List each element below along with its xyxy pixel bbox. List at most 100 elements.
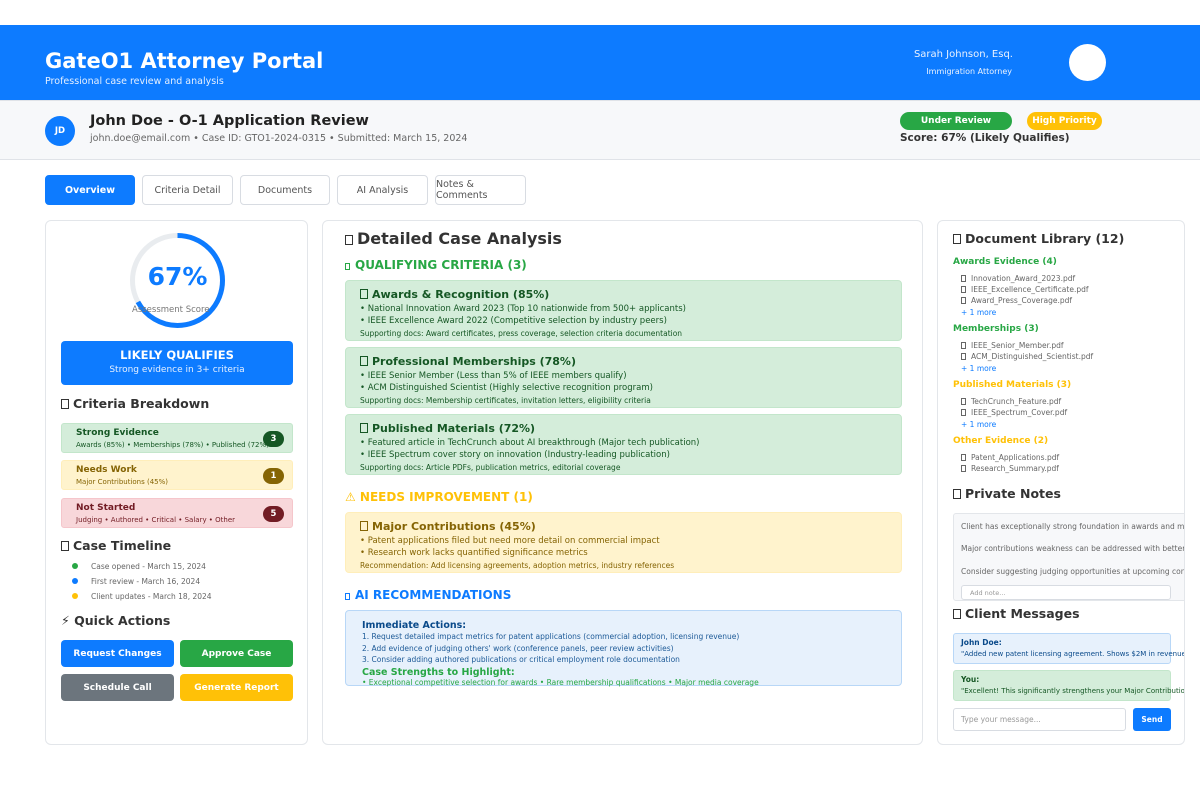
criterion-line: • National Innovation Award 2023 (Top 10…: [360, 304, 686, 314]
document-file[interactable]: Innovation_Award_2023.pdf: [961, 274, 1075, 283]
chart-icon: [61, 399, 69, 409]
app-subtitle: Professional case review and analysis: [45, 76, 224, 87]
app-header: GateO1 Attorney Portal Professional case…: [0, 25, 1200, 100]
search-icon: [345, 235, 353, 245]
criterion-card-memberships[interactable]: Professional Memberships (78%) • IEEE Se…: [345, 347, 902, 408]
more-documents-link[interactable]: + 1 more: [961, 364, 996, 373]
timeline-dot: [72, 578, 78, 584]
more-documents-link[interactable]: + 1 more: [961, 420, 996, 429]
add-note-input[interactable]: Add note...: [961, 585, 1171, 600]
improvement-heading: ⚠ NEEDS IMPROVEMENT (1): [345, 490, 533, 504]
message-from-client: John Doe: "Added new patent licensing ag…: [953, 633, 1184, 664]
document-file[interactable]: Research_Summary.pdf: [961, 464, 1059, 473]
analysis-panel: Detailed Case Analysis QUALIFYING CRITER…: [322, 220, 923, 745]
criterion-card-awards[interactable]: Awards & Recognition (85%) • National In…: [345, 280, 902, 341]
timeline-dot: [72, 563, 78, 569]
document-file[interactable]: IEEE_Excellence_Certificate.pdf: [961, 285, 1089, 294]
criterion-line: • IEEE Excellence Award 2022 (Competitiv…: [360, 315, 667, 326]
trophy-icon: [360, 289, 368, 299]
quick-actions-heading: ⚡ Quick Actions: [61, 613, 171, 628]
client-messages-heading: Client Messages: [953, 606, 1080, 621]
document-file[interactable]: ACM_Distinguished_Scientist.pdf: [961, 352, 1093, 361]
score-label: Assessment Score: [132, 305, 210, 315]
message-from-you: You: "Excellent! This significantly stre…: [953, 670, 1184, 701]
user-name: Sarah Johnson, Esq.: [913, 49, 1013, 60]
tab-overview[interactable]: Overview: [45, 175, 135, 205]
request-changes-button[interactable]: Request Changes: [61, 640, 174, 667]
doc-group-title: Awards Evidence (4): [953, 257, 1057, 267]
criterion-line: • IEEE Senior Member (Less than 5% of IE…: [360, 371, 627, 381]
qualification-title: LIKELY QUALIFIES: [120, 348, 234, 362]
tab-notes-comments[interactable]: Notes & Comments: [435, 175, 526, 205]
ai-recommendations-box: Immediate Actions: 1. Request detailed i…: [345, 610, 902, 687]
document-file[interactable]: Patent_Applications.pdf: [961, 453, 1059, 462]
case-score: Score: 67% (Likely Qualifies): [900, 132, 1070, 144]
ai-strengths-title: Case Strengths to Highlight:: [362, 666, 515, 678]
criterion-title: Published Materials (72%): [360, 422, 887, 435]
document-file[interactable]: IEEE_Senior_Member.pdf: [961, 341, 1064, 350]
criterion-title: Awards & Recognition (85%): [360, 288, 887, 301]
criteria-not-started-detail: Judging • Authored • Critical • Salary •…: [76, 516, 236, 524]
ai-action-item: 3. Consider adding authored publications…: [362, 655, 680, 664]
doc-group-title: Published Materials (3): [953, 380, 1072, 390]
message-sender: You:: [961, 675, 980, 684]
user-avatar[interactable]: [1069, 44, 1106, 81]
private-notes-box: Client has exceptionally strong foundati…: [953, 513, 1185, 601]
file-icon: [961, 398, 966, 405]
robot-icon: [345, 593, 350, 600]
file-icon: [961, 297, 966, 304]
user-role: Immigration Attorney: [926, 67, 1012, 76]
send-button[interactable]: Send: [1133, 708, 1171, 731]
tab-documents[interactable]: Documents: [240, 175, 330, 205]
note-item: Major contributions weakness can be addr…: [961, 544, 1185, 553]
file-icon: [961, 286, 966, 293]
notepad-icon: [953, 489, 961, 499]
message-input[interactable]: Type your message...: [953, 708, 1126, 731]
qualification-banner: LIKELY QUALIFIES Strong evidence in 3+ c…: [61, 341, 293, 385]
criteria-needs-work[interactable]: Needs Work Major Contributions (45%) 1: [61, 460, 293, 490]
document-file[interactable]: IEEE_Spectrum_Cover.pdf: [961, 408, 1067, 417]
criterion-docs: Supporting docs: Article PDFs, publicati…: [360, 463, 621, 472]
lightbulb-icon: [360, 521, 368, 531]
summary-panel: 67% Assessment Score LIKELY QUALIFIES St…: [45, 220, 308, 745]
criterion-card-contributions[interactable]: Major Contributions (45%) • Patent appli…: [345, 512, 902, 573]
criteria-strong[interactable]: Strong Evidence Awards (85%) • Membershi…: [61, 423, 293, 453]
criterion-line: • Patent applications filed but need mor…: [360, 536, 660, 546]
criteria-needs-work-title: Needs Work: [76, 465, 137, 475]
tab-criteria-detail[interactable]: Criteria Detail: [142, 175, 233, 205]
analysis-title: Detailed Case Analysis: [345, 229, 562, 248]
priority-badge: High Priority: [1027, 112, 1102, 130]
criteria-not-started[interactable]: Not Started Judging • Authored • Critica…: [61, 498, 293, 528]
score-ring: 67% Assessment Score: [129, 232, 226, 329]
check-icon: [345, 263, 350, 270]
generate-report-button[interactable]: Generate Report: [180, 674, 293, 701]
tab-ai-analysis[interactable]: AI Analysis: [337, 175, 428, 205]
folder-icon: [953, 234, 961, 244]
sidebar-panel: Document Library (12) Awards Evidence (4…: [937, 220, 1185, 745]
document-file[interactable]: Award_Press_Coverage.pdf: [961, 296, 1072, 305]
timeline-heading: Case Timeline: [61, 538, 171, 553]
note-item: Consider suggesting judging opportunitie…: [961, 567, 1184, 576]
message-sender: John Doe:: [961, 638, 1002, 647]
criterion-docs: Supporting docs: Membership certificates…: [360, 396, 651, 405]
criterion-line: • ACM Distinguished Scientist (Highly se…: [360, 382, 653, 393]
doc-group-title: Memberships (3): [953, 324, 1039, 334]
criteria-not-started-title: Not Started: [76, 503, 136, 513]
document-file[interactable]: TechCrunch_Feature.pdf: [961, 397, 1061, 406]
approve-case-button[interactable]: Approve Case: [180, 640, 293, 667]
top-gap: [0, 0, 1200, 25]
file-icon: [961, 342, 966, 349]
case-header: JD John Doe - O-1 Application Review joh…: [0, 100, 1200, 160]
criterion-line: • Research work lacks quantified signifi…: [360, 547, 588, 558]
ai-actions-title: Immediate Actions:: [362, 620, 467, 631]
criterion-card-published[interactable]: Published Materials (72%) • Featured art…: [345, 414, 902, 475]
doc-group-title: Other Evidence (2): [953, 436, 1049, 446]
document-library-heading: Document Library (12): [953, 231, 1124, 246]
lightning-icon: ⚡: [61, 613, 75, 628]
qualification-subtitle: Strong evidence in 3+ criteria: [109, 365, 245, 375]
case-title: John Doe - O-1 Application Review: [90, 113, 369, 129]
more-documents-link[interactable]: + 1 more: [961, 308, 996, 317]
criterion-docs: Recommendation: Add licensing agreements…: [360, 561, 675, 570]
schedule-call-button[interactable]: Schedule Call: [61, 674, 174, 701]
criterion-line: • IEEE Spectrum cover story on innovatio…: [360, 449, 670, 460]
